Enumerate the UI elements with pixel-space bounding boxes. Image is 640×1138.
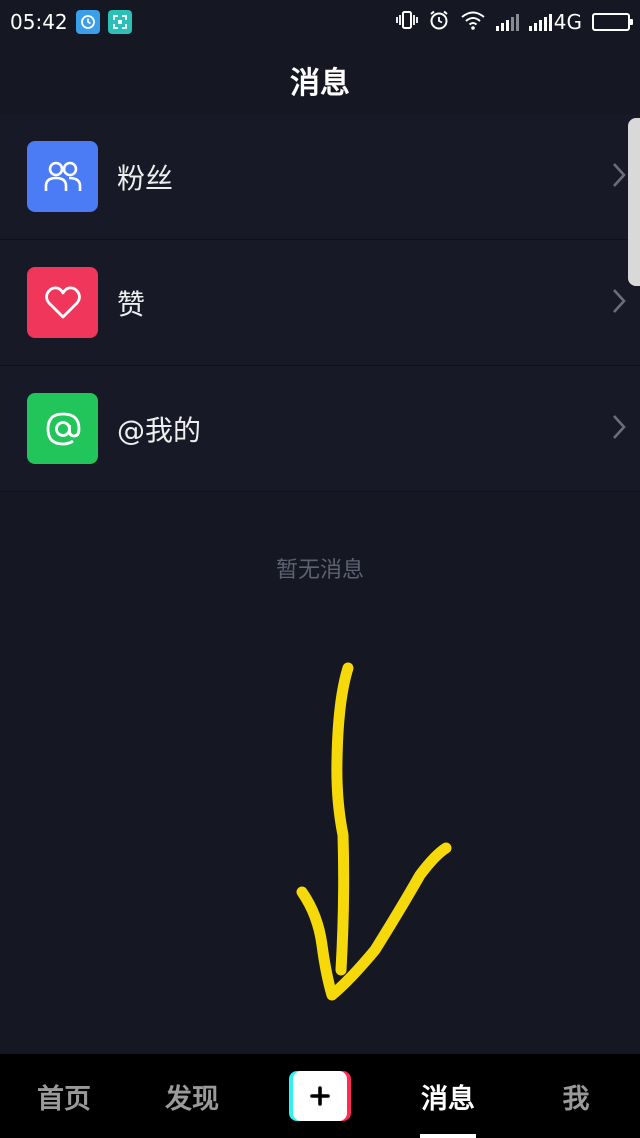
list-item-likes[interactable]: 赞 xyxy=(0,240,640,366)
tab-label: 我 xyxy=(562,1083,590,1115)
tab-messages[interactable]: 消息 xyxy=(384,1054,512,1138)
battery-icon xyxy=(592,13,633,31)
signal-icon xyxy=(495,13,519,31)
tab-label: 首页 xyxy=(37,1083,91,1115)
at-icon xyxy=(27,393,98,464)
tab-me[interactable]: 我 xyxy=(512,1054,640,1138)
list-item-label: 粉丝 xyxy=(117,161,174,195)
vibrate-icon xyxy=(395,10,418,35)
wifi-icon xyxy=(460,10,486,35)
heart-icon xyxy=(27,267,98,338)
chevron-right-icon xyxy=(612,162,626,192)
list-item-label: @我的 xyxy=(117,413,202,447)
clock-app-icon xyxy=(75,10,100,34)
tab-label: 消息 xyxy=(421,1083,475,1115)
bottom-nav: 首页 发现 消息 我 xyxy=(0,1054,640,1138)
tab-discover[interactable]: 发现 xyxy=(128,1054,256,1138)
network-type: 4G xyxy=(553,10,582,34)
tab-label: 发现 xyxy=(165,1083,219,1115)
tab-home[interactable]: 首页 xyxy=(0,1054,128,1138)
list-item-label: 赞 xyxy=(117,287,146,321)
signal-icon-2 xyxy=(528,13,552,31)
empty-state-text: 暂无消息 xyxy=(275,558,364,583)
fans-icon xyxy=(27,141,98,212)
chevron-right-icon xyxy=(612,288,626,318)
list-item-fans[interactable]: 粉丝 xyxy=(0,114,640,240)
header: 消息 xyxy=(0,44,640,116)
status-time: 05:42 xyxy=(10,10,68,34)
plus-icon xyxy=(293,1071,347,1121)
edge-scroll-handle[interactable] xyxy=(628,118,640,286)
publish-button[interactable] xyxy=(256,1054,384,1138)
alarm-icon xyxy=(428,9,450,36)
list-item-mentions[interactable]: @我的 xyxy=(0,366,640,492)
status-bar: 05:42 4G xyxy=(0,0,640,44)
message-category-list: 粉丝 赞 @我的 xyxy=(0,114,640,492)
page-title: 消息 xyxy=(290,66,350,101)
chevron-right-icon xyxy=(612,414,626,444)
screenshot-app-icon xyxy=(107,10,132,34)
